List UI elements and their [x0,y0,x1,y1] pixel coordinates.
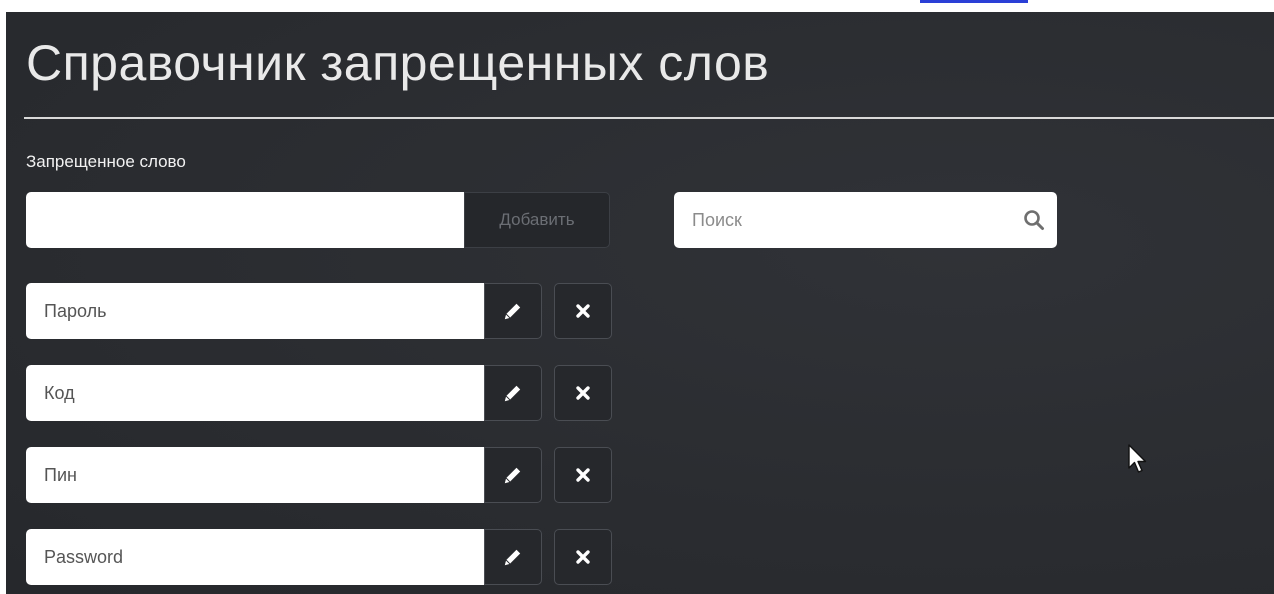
close-icon [576,468,590,482]
word-field[interactable]: Пароль [26,283,484,339]
pencil-icon [504,549,521,566]
cut-link-underline [920,0,1028,3]
search-box [674,192,1057,248]
add-button[interactable]: Добавить [464,192,610,248]
word-row: Код [26,365,612,421]
pencil-icon [504,303,521,320]
search-input[interactable] [674,192,1004,248]
forbidden-word-label: Запрещенное слово [26,152,186,171]
edit-button[interactable] [484,365,542,421]
mouse-cursor-icon [1128,444,1147,473]
delete-button[interactable] [554,283,612,339]
word-field[interactable]: Password [26,529,484,585]
title-divider [24,117,1274,119]
word-field[interactable]: Пин [26,447,484,503]
edit-button[interactable] [484,529,542,585]
close-icon [576,386,590,400]
close-icon [576,550,590,564]
delete-button[interactable] [554,365,612,421]
search-icon[interactable] [1023,209,1045,231]
pencil-icon [504,467,521,484]
pencil-icon [504,385,521,402]
word-row: Password [26,529,612,585]
page-title: Справочник запрещенных слов [26,35,770,91]
delete-button[interactable] [554,447,612,503]
edit-button[interactable] [484,447,542,503]
edit-button[interactable] [484,283,542,339]
word-field[interactable]: Код [26,365,484,421]
main-panel: Справочник запрещенных слов Запрещенное … [6,12,1274,594]
word-row: Пароль [26,283,612,339]
word-row: Пин [26,447,612,503]
add-word-group: Добавить [26,192,610,248]
delete-button[interactable] [554,529,612,585]
forbidden-word-input[interactable] [26,192,464,248]
close-icon [576,304,590,318]
